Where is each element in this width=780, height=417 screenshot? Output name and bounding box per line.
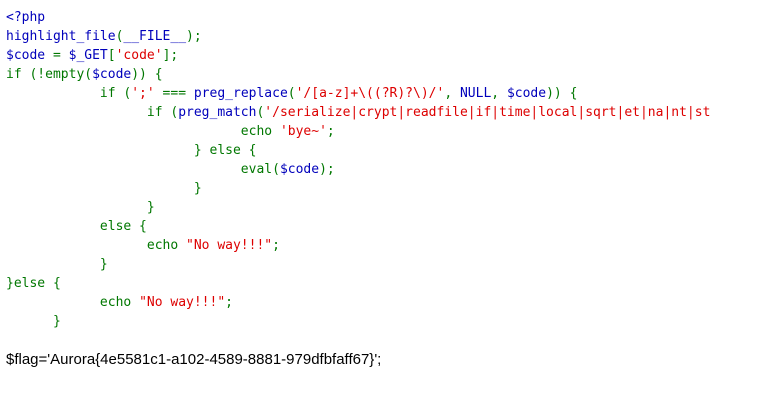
code-token: ); xyxy=(319,162,335,177)
code-token: ; xyxy=(225,295,233,310)
code-line: else { xyxy=(6,217,710,236)
code-token: [ xyxy=(107,48,116,63)
code-token: $code xyxy=(92,67,132,82)
code-token: ( xyxy=(272,162,280,177)
code-token: 'code' xyxy=(115,48,163,63)
code-token: <?php xyxy=(6,10,46,25)
code-token: } else { xyxy=(6,143,257,158)
code-line: } xyxy=(6,312,710,331)
code-line: $code = $_GET['code']; xyxy=(6,46,710,65)
code-line: } xyxy=(6,255,710,274)
code-token: if ( xyxy=(6,86,132,101)
code-token: } xyxy=(6,200,155,215)
code-token: 'bye~' xyxy=(279,124,327,139)
code-token: ; xyxy=(272,238,280,253)
code-token: = xyxy=(52,48,69,63)
code-line: highlight_file(__FILE__); xyxy=(6,27,710,46)
code-token: )) { xyxy=(546,86,578,101)
code-token: ; xyxy=(326,124,335,139)
code-token: } xyxy=(6,257,108,272)
code-line: } else { xyxy=(6,141,710,160)
code-line: if (!empty($code)) { xyxy=(6,65,710,84)
highlighted-php-source: <?php highlight_file(__FILE__); $code = $_… xyxy=(6,8,710,331)
code-token: ( xyxy=(287,86,296,101)
code-token: $code xyxy=(279,162,320,177)
code-token: ); xyxy=(186,29,202,44)
code-token: } xyxy=(6,181,202,196)
code-token: echo xyxy=(6,295,140,310)
code-token: $code xyxy=(6,48,53,63)
code-token: , xyxy=(444,86,460,101)
code-token: '/[a-z]+\((?R)?\)/' xyxy=(295,86,445,101)
code-line: if (preg_match('/serialize|crypt|readfil… xyxy=(6,103,711,122)
code-line: <?php xyxy=(6,8,710,27)
code-token: $_GET xyxy=(68,48,108,63)
code-token: ';' xyxy=(131,86,163,101)
code-token: $code xyxy=(506,86,547,101)
code-line: } xyxy=(6,179,710,198)
code-token: "No way!!!" xyxy=(139,295,226,310)
code-token: eval xyxy=(6,162,273,177)
code-line: } xyxy=(6,198,710,217)
code-token: , xyxy=(491,86,507,101)
code-token: NULL xyxy=(459,86,492,101)
code-line: echo "No way!!!"; xyxy=(6,293,710,312)
code-token: __FILE__ xyxy=(123,29,187,44)
code-line: echo 'bye~'; xyxy=(6,122,710,141)
code-line: eval($code); xyxy=(6,160,710,179)
code-token: preg_replace xyxy=(193,86,288,101)
code-token: preg_match xyxy=(178,105,257,120)
flag-output: $flag='Aurora{4e5581c1-a102-4589-8881-97… xyxy=(6,351,382,368)
code-token: === xyxy=(162,86,194,101)
code-line: echo "No way!!!"; xyxy=(6,236,710,255)
code-line: }else { xyxy=(6,274,710,293)
code-token: else { xyxy=(6,219,147,234)
code-line: if (';' === preg_replace('/[a-z]+\((?R)?… xyxy=(6,84,710,103)
code-token: )) { xyxy=(131,67,163,82)
code-token: echo xyxy=(6,238,187,253)
code-token: echo xyxy=(6,124,280,139)
code-token: "No way!!!" xyxy=(186,238,273,253)
code-token: if (!empty( xyxy=(6,67,93,82)
code-token: '/serialize|crypt|readfile|if|time|local… xyxy=(264,105,711,120)
code-token: ]; xyxy=(162,48,179,63)
code-token: if ( xyxy=(6,105,179,120)
code-token: } xyxy=(6,314,61,329)
code-token: }else { xyxy=(6,276,61,291)
code-token: highlight_file xyxy=(6,29,116,44)
